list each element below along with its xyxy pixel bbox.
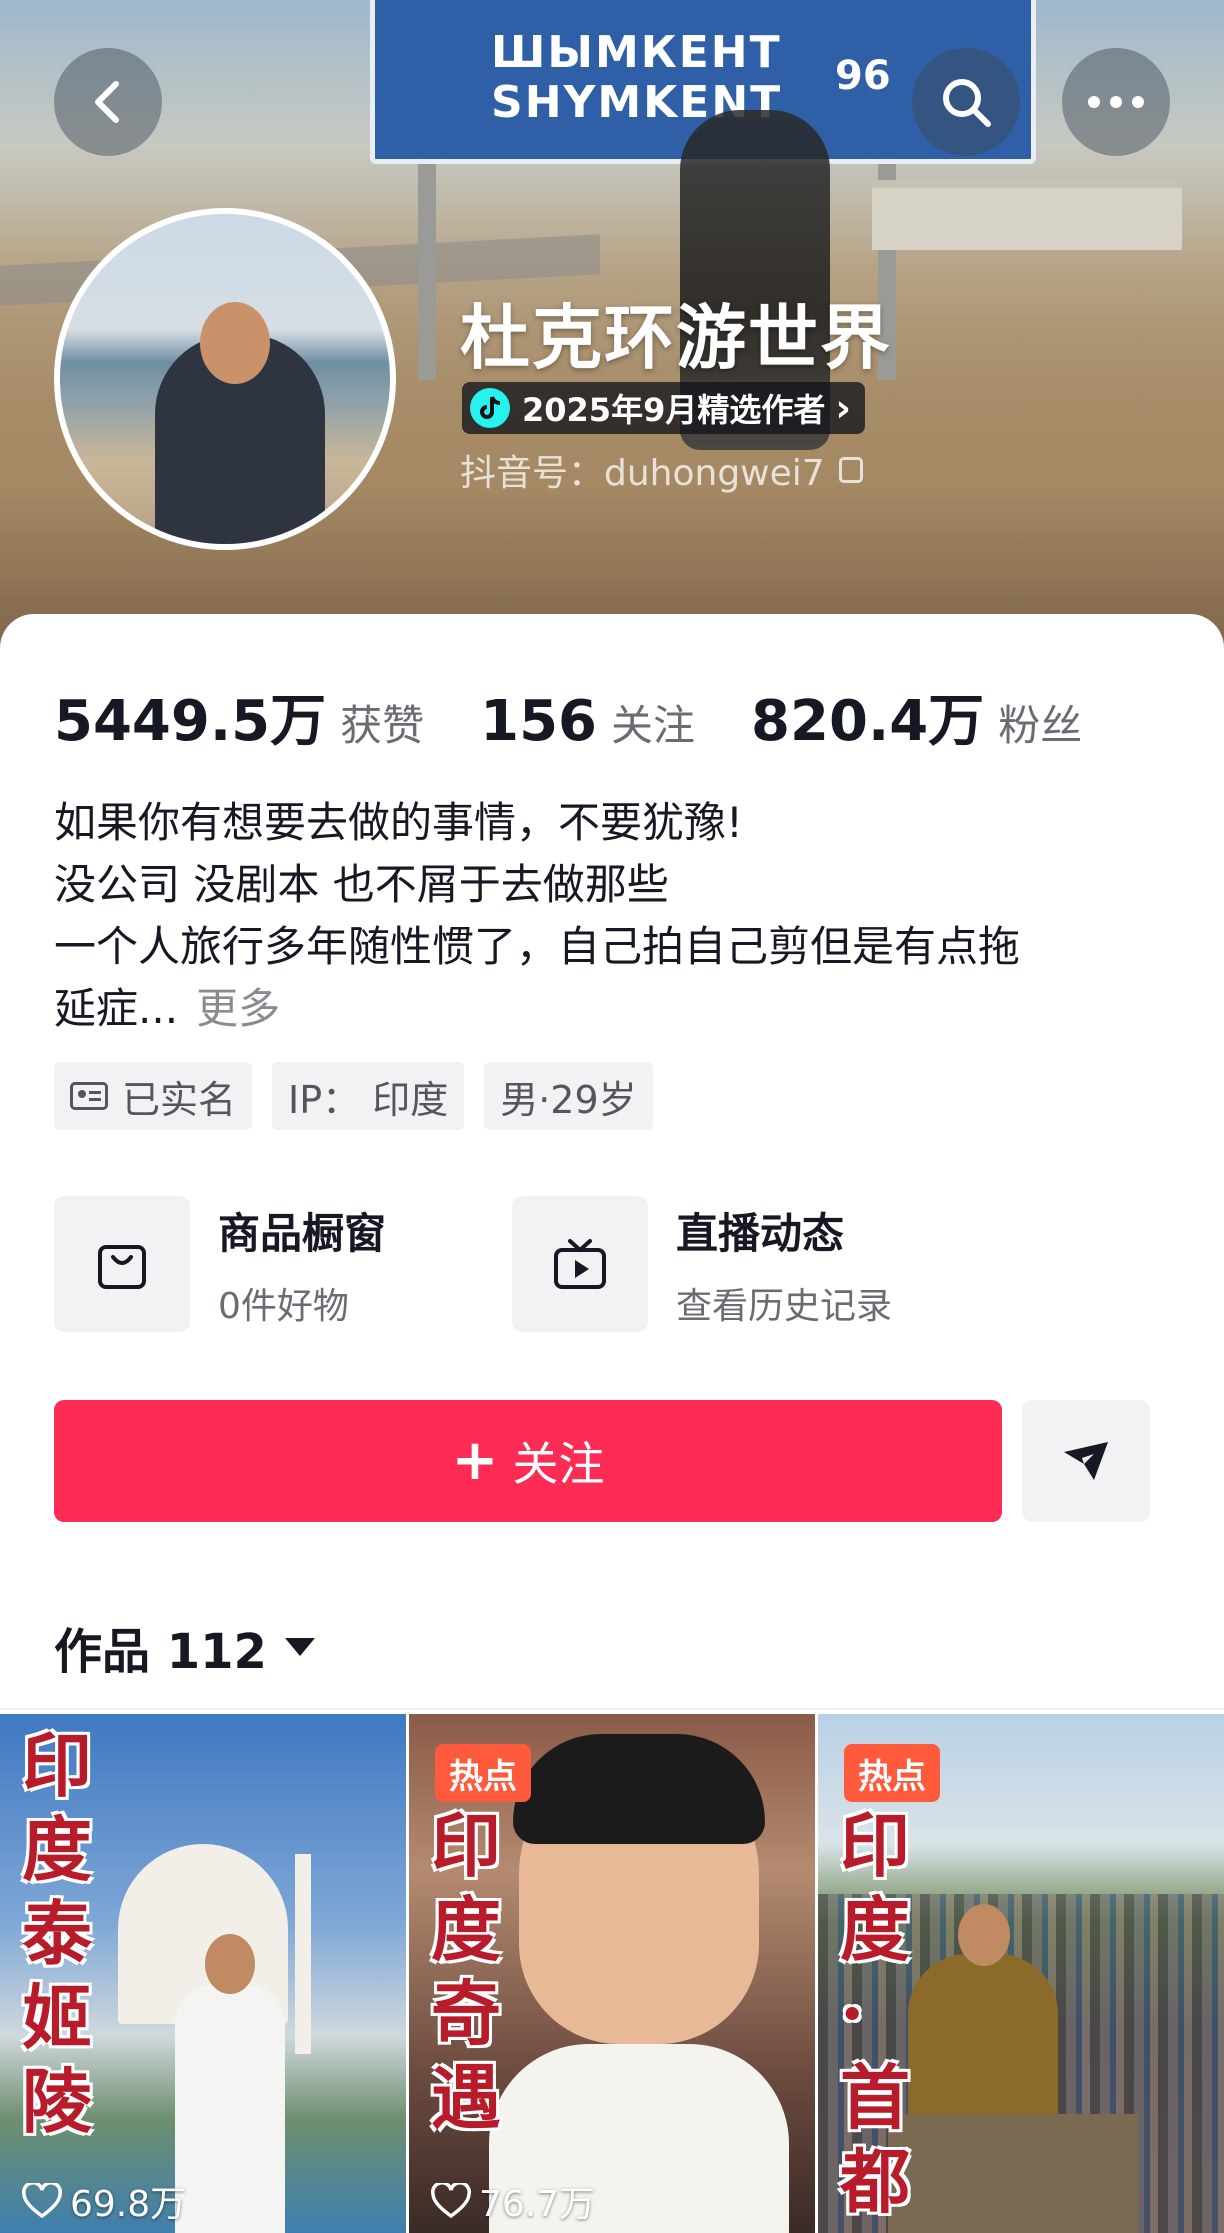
ip-label: IP： 印度 bbox=[288, 1077, 449, 1122]
stats-row: 5449.5万 获赞 156 关注 820.4万 粉丝 bbox=[54, 676, 1082, 757]
video-hair bbox=[513, 1734, 765, 1844]
divider bbox=[0, 1708, 1224, 1710]
video-title: 印度泰姬陵 bbox=[22, 1724, 92, 2143]
shopping-bag-icon bbox=[98, 1245, 146, 1289]
video-title: 印度·首都 bbox=[840, 1804, 910, 2223]
bio-more-link[interactable]: 更多 bbox=[196, 984, 280, 1033]
avatar-person-head bbox=[200, 302, 270, 384]
bio: 如果你有想要去做的事情，不要犹豫! 没公司 没剧本 也不屑于去做那些 一个人旅行… bbox=[54, 792, 1174, 1040]
live-subtitle: 查看历史记录 bbox=[676, 1285, 893, 1327]
shop-subtitle: 0件好物 bbox=[218, 1285, 349, 1327]
hot-tag: 热点 bbox=[435, 1744, 531, 1802]
bio-line-3: 一个人旅行多年随性惯了，自己拍自己剪但是有点拖 bbox=[54, 922, 1021, 971]
douyin-logo-icon bbox=[470, 388, 510, 428]
verified-tag[interactable]: 已实名 bbox=[54, 1062, 253, 1130]
sign-post-left bbox=[418, 150, 436, 380]
copy-icon bbox=[838, 457, 863, 483]
minaret bbox=[295, 1854, 311, 2054]
shop-icon-box bbox=[54, 1196, 190, 1332]
nickname: 杜克环游世界 bbox=[460, 297, 892, 379]
heart-icon bbox=[431, 2183, 471, 2219]
sign-number: 96 bbox=[835, 53, 891, 99]
tv-icon bbox=[554, 1239, 606, 1289]
chevron-left-icon bbox=[95, 81, 119, 123]
likes-count: 5449.5万 bbox=[54, 689, 327, 754]
video-thumbnail[interactable]: 印度奇遇 热点 76.7万 bbox=[409, 1714, 815, 2233]
back-button[interactable] bbox=[54, 48, 162, 156]
plus-icon: + bbox=[451, 1428, 499, 1493]
likes-label: 获赞 bbox=[340, 701, 425, 750]
search-button[interactable] bbox=[912, 48, 1020, 156]
video-thumbnail[interactable]: 印度·首都 热点 bbox=[818, 1714, 1224, 2233]
video-likes: 76.7万 bbox=[431, 2175, 595, 2227]
video-wall bbox=[888, 2114, 1138, 2233]
shop-window-entry[interactable]: 商品橱窗 0件好物 bbox=[54, 1196, 386, 1332]
more-button[interactable] bbox=[1062, 48, 1170, 156]
chevron-right-icon: › bbox=[835, 386, 852, 430]
creator-badge-label: 2025年9月精选作者 bbox=[522, 391, 826, 429]
douyin-id[interactable]: 抖音号：duhongwei7 bbox=[460, 444, 863, 496]
video-grid: 印度泰姬陵 69.8万 印度奇遇 热点 76.7万 印度·首都 热点 bbox=[0, 1714, 1224, 2233]
caret-down-icon bbox=[284, 1638, 315, 1656]
avatar[interactable] bbox=[54, 208, 396, 550]
search-icon bbox=[943, 79, 991, 127]
video-person bbox=[175, 1984, 285, 2233]
gender-age-label: 男·29岁 bbox=[500, 1077, 637, 1122]
creator-badge[interactable]: 2025年9月精选作者 › bbox=[462, 382, 866, 434]
video-likes-count: 76.7万 bbox=[479, 2184, 596, 2225]
bio-line-1: 如果你有想要去做的事情，不要犹豫! bbox=[54, 798, 743, 847]
share-button[interactable] bbox=[1022, 1400, 1150, 1522]
more-dots-icon bbox=[1088, 96, 1144, 108]
followers-label[interactable]: 粉丝 bbox=[998, 692, 1082, 753]
douyin-id-text: 抖音号：duhongwei7 bbox=[460, 453, 825, 494]
profile-tags: 已实名 IP： 印度 男·29岁 bbox=[54, 1062, 673, 1130]
follow-button-label: 关注 bbox=[512, 1437, 605, 1491]
live-history-entry[interactable]: 直播动态 查看历史记录 bbox=[512, 1196, 892, 1332]
bio-line-4: 延症... bbox=[54, 984, 179, 1033]
following-label[interactable]: 关注 bbox=[611, 692, 695, 753]
shop-title: 商品橱窗 bbox=[218, 1208, 387, 1258]
ip-tag: IP： 印度 bbox=[272, 1062, 465, 1130]
video-person-head bbox=[958, 1904, 1010, 1966]
video-likes-count: 69.8万 bbox=[70, 2184, 187, 2225]
video-title: 印度奇遇 bbox=[431, 1804, 501, 2139]
video-person-head bbox=[205, 1934, 255, 1994]
followers-count[interactable]: 820.4万 bbox=[751, 676, 984, 757]
bio-line-2: 没公司 没剧本 也不屑于去做那些 bbox=[54, 860, 669, 909]
video-likes: 69.8万 bbox=[22, 2175, 186, 2227]
cover-building bbox=[872, 180, 1182, 250]
video-thumbnail[interactable]: 印度泰姬陵 69.8万 bbox=[0, 1714, 406, 2233]
heart-icon bbox=[22, 2183, 62, 2219]
send-icon bbox=[1064, 1442, 1108, 1480]
follow-button[interactable]: + 关注 bbox=[54, 1400, 1002, 1522]
following-count[interactable]: 156 bbox=[480, 689, 597, 754]
hot-tag: 热点 bbox=[844, 1744, 940, 1802]
live-title: 直播动态 bbox=[676, 1208, 845, 1258]
works-label: 作品 112 bbox=[54, 1624, 267, 1680]
sign-line-1: ШЫМКЕНТ bbox=[491, 27, 782, 78]
id-card-icon bbox=[70, 1082, 108, 1110]
works-tab[interactable]: 作品 112 bbox=[54, 1612, 315, 1682]
gender-age-tag: 男·29岁 bbox=[484, 1062, 653, 1130]
video-person bbox=[908, 1954, 1058, 2124]
live-icon-box bbox=[512, 1196, 648, 1332]
verified-label: 已实名 bbox=[122, 1077, 237, 1122]
